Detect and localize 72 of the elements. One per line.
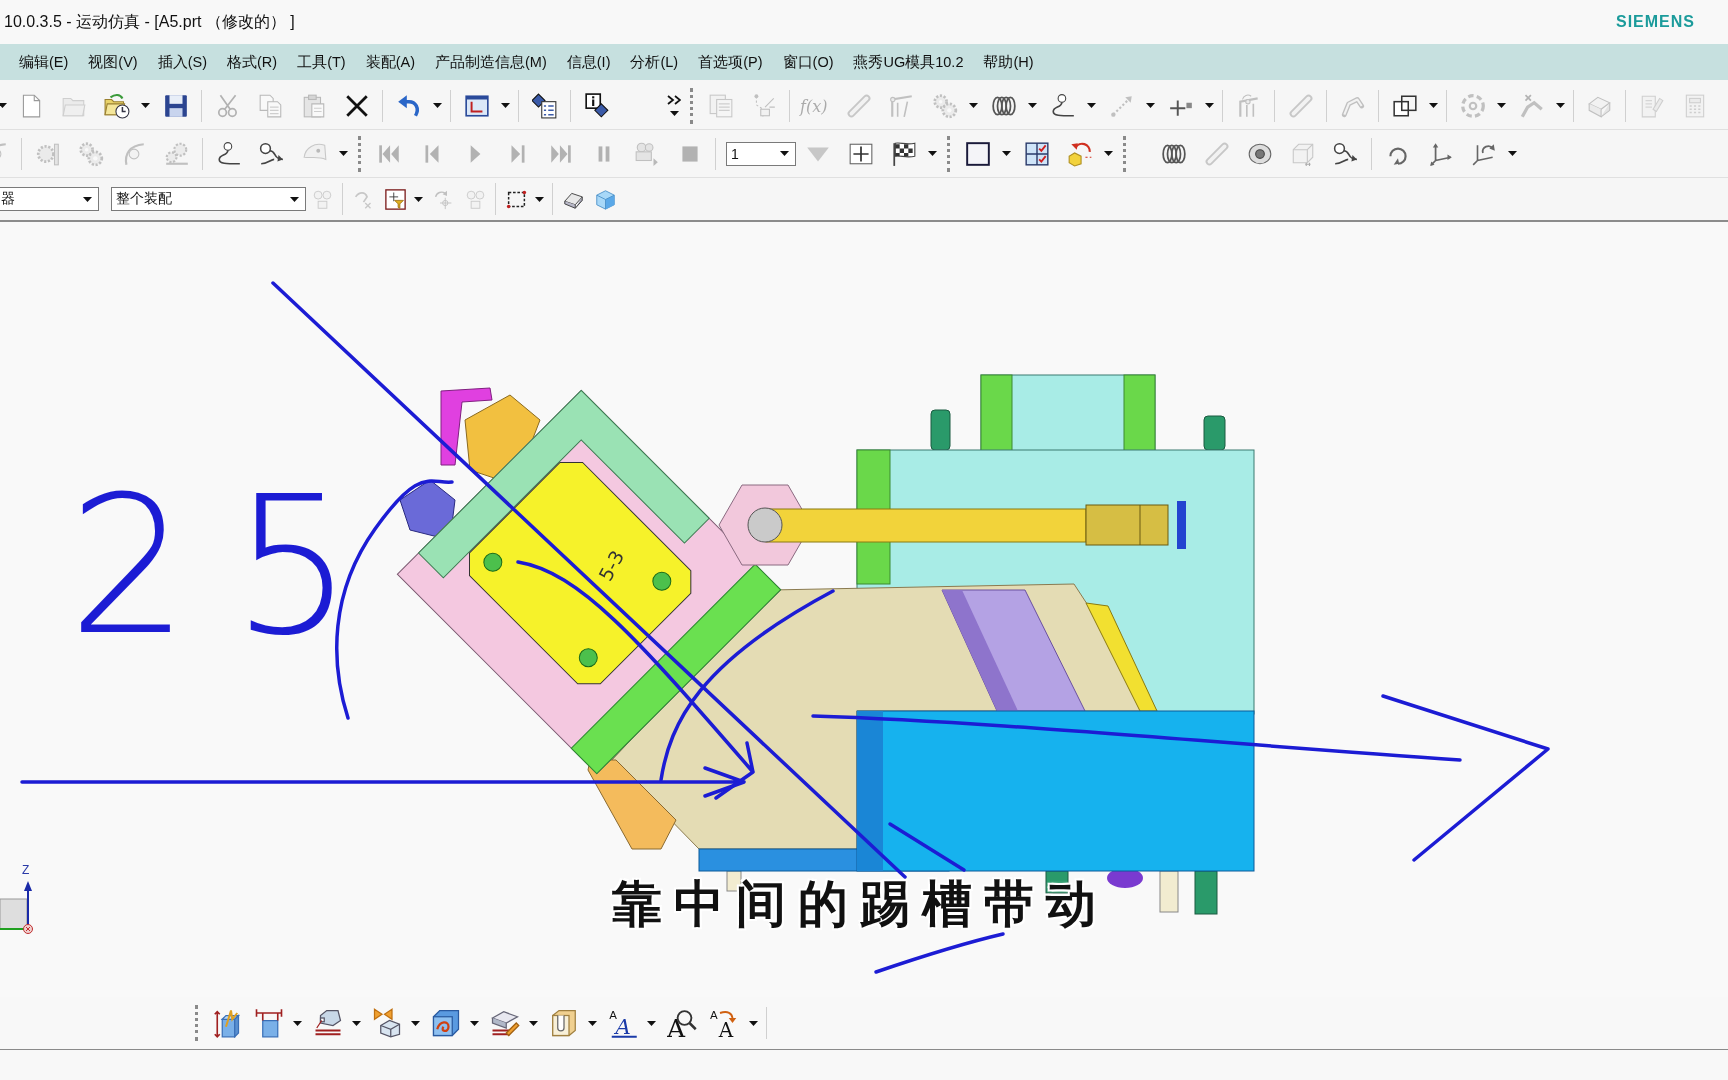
caret-icon[interactable] — [1508, 151, 1517, 156]
caret-icon[interactable] — [352, 1020, 361, 1026]
menu-item[interactable]: 装配(A) — [355, 49, 426, 75]
checkered-flag-icon[interactable] — [890, 140, 917, 167]
assembly-scope-dropdown[interactable]: 整个装配 — [111, 187, 306, 211]
circle-path-icon[interactable] — [1332, 140, 1359, 167]
menu-item[interactable]: 格式(R) — [217, 49, 288, 75]
caret-icon[interactable] — [749, 1020, 758, 1026]
menu-item[interactable]: 插入(S) — [147, 49, 218, 75]
menu-item[interactable]: 产品制造信息(M) — [425, 49, 557, 75]
pin-path-icon[interactable] — [1049, 92, 1076, 119]
dashed-rect-icon[interactable] — [505, 188, 527, 210]
caret-icon[interactable] — [0, 103, 7, 108]
filter-frame-icon[interactable] — [384, 188, 406, 210]
circle-path-icon[interactable] — [258, 140, 285, 167]
window-title: 10.0.3.5 - 运动仿真 - [A5.prt （修改的） ] — [4, 11, 295, 32]
video-subtitle: 靠中间的踢槽带动 — [612, 873, 1108, 935]
step-dropdown[interactable]: 1 — [726, 141, 796, 166]
caret-icon[interactable] — [1002, 151, 1011, 156]
caret-icon[interactable] — [290, 196, 299, 202]
filter-dropdown[interactable]: 器 — [0, 187, 99, 211]
caret-icon[interactable] — [1104, 151, 1113, 156]
caret-icon[interactable] — [293, 1020, 302, 1026]
caret-icon[interactable] — [501, 103, 510, 108]
axes-window-icon[interactable] — [463, 92, 490, 119]
axes-icon[interactable] — [1427, 140, 1454, 167]
caret-icon[interactable] — [1028, 103, 1037, 108]
menu-item[interactable]: 分析(L) — [620, 49, 689, 75]
caret-icon[interactable] — [433, 103, 442, 108]
check-grid-icon[interactable] — [1023, 140, 1050, 167]
menu-item[interactable]: 帮助(H) — [973, 49, 1044, 75]
caret-icon[interactable] — [1205, 103, 1214, 108]
menu-item[interactable]: 工具(T) — [287, 49, 356, 75]
view-triad-icon — [0, 879, 34, 935]
caret-icon[interactable] — [647, 1020, 656, 1026]
cube-icon[interactable] — [594, 188, 616, 210]
caret-icon[interactable] — [669, 111, 679, 116]
caret-icon[interactable] — [470, 1020, 479, 1026]
menu-item[interactable]: 视图(V) — [78, 49, 148, 75]
menu-item[interactable]: 编辑(E) — [9, 49, 79, 75]
undo-icon[interactable] — [395, 92, 422, 119]
caret-icon[interactable] — [414, 196, 423, 202]
caret-icon[interactable] — [1429, 103, 1438, 108]
overlapping-squares-icon[interactable] — [1391, 92, 1418, 119]
diamond-list-icon[interactable] — [531, 92, 558, 119]
caret-icon[interactable] — [588, 1020, 597, 1026]
cube-undo-icon[interactable] — [1066, 140, 1093, 167]
caret-icon[interactable] — [529, 1020, 538, 1026]
handwritten-number: 25 — [68, 472, 396, 662]
caret-icon[interactable] — [141, 103, 150, 108]
width-block-icon[interactable] — [253, 1008, 284, 1038]
slab-pencil-icon[interactable] — [489, 1008, 520, 1038]
axis-label: Z — [22, 863, 30, 877]
part-label: 5-3 — [594, 546, 629, 585]
caret-icon[interactable] — [780, 151, 789, 156]
menu-item[interactable]: 信息(I) — [556, 49, 621, 75]
pin-path-icon[interactable] — [215, 140, 242, 167]
caret-icon[interactable] — [1087, 103, 1096, 108]
menu-item[interactable]: 窗口(O) — [772, 49, 844, 75]
chevron-icon[interactable] — [667, 95, 681, 105]
menu-item[interactable]: 燕秀UG模具10.2 — [843, 49, 974, 75]
swirl-cube-icon[interactable] — [430, 1008, 461, 1038]
caret-icon[interactable] — [928, 151, 937, 156]
info-icon[interactable] — [583, 92, 610, 119]
bowtie-block-icon[interactable] — [371, 1008, 402, 1038]
brand-logo: SIEMENS — [1616, 13, 1695, 31]
caret-icon[interactable] — [83, 196, 92, 202]
folder-clock-icon[interactable] — [103, 92, 130, 119]
caret-icon[interactable] — [411, 1020, 420, 1026]
caret-icon[interactable] — [535, 196, 544, 202]
square-icon[interactable] — [964, 140, 991, 167]
menu-item[interactable]: 首选项(P) — [688, 49, 773, 75]
